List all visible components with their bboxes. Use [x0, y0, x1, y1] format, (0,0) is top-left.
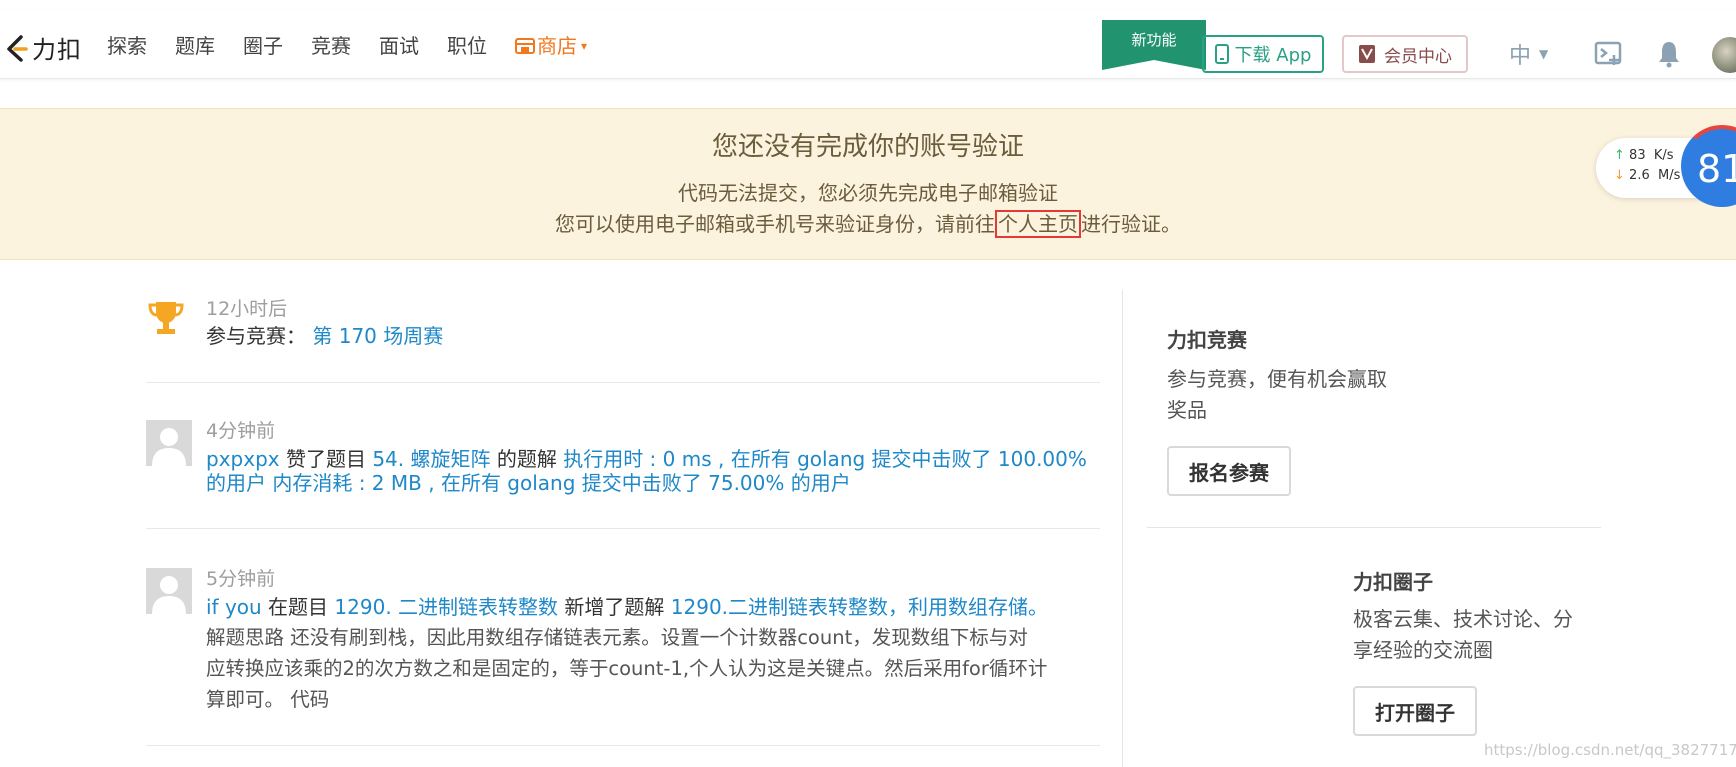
nav-jobs[interactable]: 职位	[447, 32, 487, 60]
feed-time: 12小时后	[206, 298, 288, 320]
phone-icon	[1214, 44, 1229, 64]
vip-center-label: 会员中心	[1384, 46, 1452, 67]
column-divider	[1122, 290, 1123, 767]
user-avatar-placeholder[interactable]	[146, 420, 192, 466]
banner-line-2: 您可以使用电子邮箱或手机号来验证身份，请前往 个人主页 进行验证。	[0, 208, 1736, 238]
feed-item-like: 4分钟前 pxpxpx 赞了题目 54. 螺旋矩阵 的题解 执行用时 : 0 m…	[146, 410, 1100, 520]
language-label: 中	[1509, 44, 1532, 69]
upload-speed: ↑ 83 K/s	[1614, 148, 1674, 163]
feed-divider	[146, 528, 1100, 529]
watermark: https://blog.csdn.net/qq_38277179	[1484, 741, 1736, 759]
upload-speed-unit: K/s	[1653, 148, 1674, 163]
logo-text: 力扣	[32, 36, 82, 64]
circle-card-text: 极客云集、技术讨论、分 享经验的交流圈	[1353, 604, 1573, 666]
vip-center-button[interactable]: 会员中心	[1342, 35, 1468, 73]
download-app-label: 下载 App	[1234, 45, 1312, 66]
leetcode-logo[interactable]: 力扣	[4, 30, 82, 65]
arrow-up-icon: ↑	[1614, 148, 1625, 163]
bell-icon[interactable]	[1657, 40, 1681, 68]
banner-line-2-tail: 进行验证。	[1081, 212, 1181, 236]
nav-interview[interactable]: 面试	[379, 32, 419, 60]
contest-card-text-line: 奖品	[1167, 398, 1207, 422]
trophy-icon	[148, 302, 184, 334]
feed-item-contest: 12小时后 参与竞赛： 第 170 场周赛	[146, 290, 1100, 380]
excerpt-line: 应转换应该乘的2的次方数之和是固定的，等于count-1,个人认为这是关键点。然…	[206, 657, 1048, 680]
profile-link[interactable]: 个人主页	[995, 210, 1081, 238]
feed-time: 5分钟前	[206, 568, 276, 590]
banner-line-1: 代码无法提交，您必须先完成电子邮箱验证	[678, 181, 1058, 205]
download-app-button[interactable]: 下载 App	[1202, 35, 1324, 73]
leetcode-logo-icon	[7, 34, 28, 62]
solution-excerpt: 解题思路 还没有刷到栈，因此用数组存储链表元素。设置一个计数器count，发现数…	[206, 622, 1106, 715]
circle-card-title: 力扣圈子	[1353, 570, 1433, 594]
top-navbar: 力扣 探索 题库 圈子 竞赛 面试 职位 商店 ▾ 新功能 下载 App 会员中…	[0, 10, 1736, 79]
solution-link[interactable]: 1290.二进制链表转整数，利用数组存储。	[671, 595, 1048, 619]
username-link[interactable]: if you	[206, 595, 262, 619]
user-silhouette-icon	[152, 576, 186, 614]
contest-card-text: 参与竞赛，便有机会赢取 奖品	[1167, 364, 1387, 426]
upload-speed-value: 83	[1629, 148, 1646, 163]
contest-card-text-line: 参与竞赛，便有机会赢取	[1167, 367, 1387, 391]
user-avatar-placeholder[interactable]	[146, 568, 192, 614]
nav-store[interactable]: 商店 ▾	[515, 32, 587, 60]
arrow-down-icon: ↓	[1614, 168, 1625, 183]
contest-link[interactable]: 第 170 场周赛	[312, 324, 443, 348]
download-speed-value: 2.6	[1629, 168, 1650, 183]
verification-banner: 您还没有完成你的账号验证 代码无法提交，您必须先完成电子邮箱验证 您可以使用电子…	[0, 108, 1736, 260]
feed-item-solution: 5分钟前 if you 在题目 1290. 二进制链表转整数 新增了题解 129…	[146, 558, 1100, 728]
user-avatar[interactable]	[1712, 37, 1736, 73]
sidebar-divider	[1147, 527, 1601, 528]
main-nav: 探索 题库 圈子 竞赛 面试 职位 商店 ▾	[107, 32, 615, 60]
nav-store-label: 商店	[537, 34, 577, 58]
nav-explore[interactable]: 探索	[107, 32, 147, 60]
download-speed-unit: M/s	[1658, 168, 1681, 183]
feed-action: 在题目	[261, 595, 335, 619]
excerpt-line: 算即可。 代码	[206, 688, 330, 711]
open-circle-button[interactable]: 打开圈子	[1353, 686, 1477, 736]
feed-action: 新增了题解	[558, 595, 671, 619]
store-icon	[515, 38, 535, 54]
language-switcher[interactable]: 中 ▼	[1509, 38, 1548, 70]
contest-card-title: 力扣竞赛	[1167, 328, 1247, 352]
feed-divider	[146, 745, 1100, 746]
playground-icon[interactable]	[1594, 41, 1624, 67]
nav-contest[interactable]: 竞赛	[311, 32, 351, 60]
excerpt-line: 解题思路 还没有刷到栈，因此用数组存储链表元素。设置一个计数器count，发现数…	[206, 626, 1028, 649]
feed-line: if you 在题目 1290. 二进制链表转整数 新增了题解 1290.二进制…	[206, 591, 1048, 620]
nav-discuss[interactable]: 圈子	[243, 32, 283, 60]
download-speed: ↓ 2.6 M/s	[1614, 168, 1680, 183]
nav-problems[interactable]: 题库	[175, 32, 215, 60]
new-feature-ribbon[interactable]: 新功能	[1102, 20, 1206, 70]
chevron-down-icon: ▾	[581, 39, 588, 53]
vip-badge-icon	[1359, 45, 1375, 63]
banner-line-2-text: 您可以使用电子邮箱或手机号来验证身份，请前往	[555, 212, 995, 236]
feed-divider	[146, 382, 1100, 383]
banner-title: 您还没有完成你的账号验证	[711, 132, 1024, 162]
circle-card-text-line: 享经验的交流圈	[1353, 638, 1493, 662]
solution-link-continued[interactable]: 的用户 内存消耗 : 2 MB , 在所有 golang 提交中击败了 75.0…	[206, 467, 851, 496]
user-silhouette-icon	[152, 428, 186, 466]
feed-time: 4分钟前	[206, 420, 276, 442]
contest-prefix: 参与竞赛：	[206, 324, 306, 348]
problem-link[interactable]: 1290. 二进制链表转整数	[334, 595, 558, 619]
chevron-down-icon: ▼	[1539, 47, 1549, 61]
circle-card-text-line: 极客云集、技术讨论、分	[1353, 607, 1573, 631]
register-contest-button[interactable]: 报名参赛	[1167, 446, 1291, 496]
feed-line: 参与竞赛： 第 170 场周赛	[206, 320, 443, 349]
